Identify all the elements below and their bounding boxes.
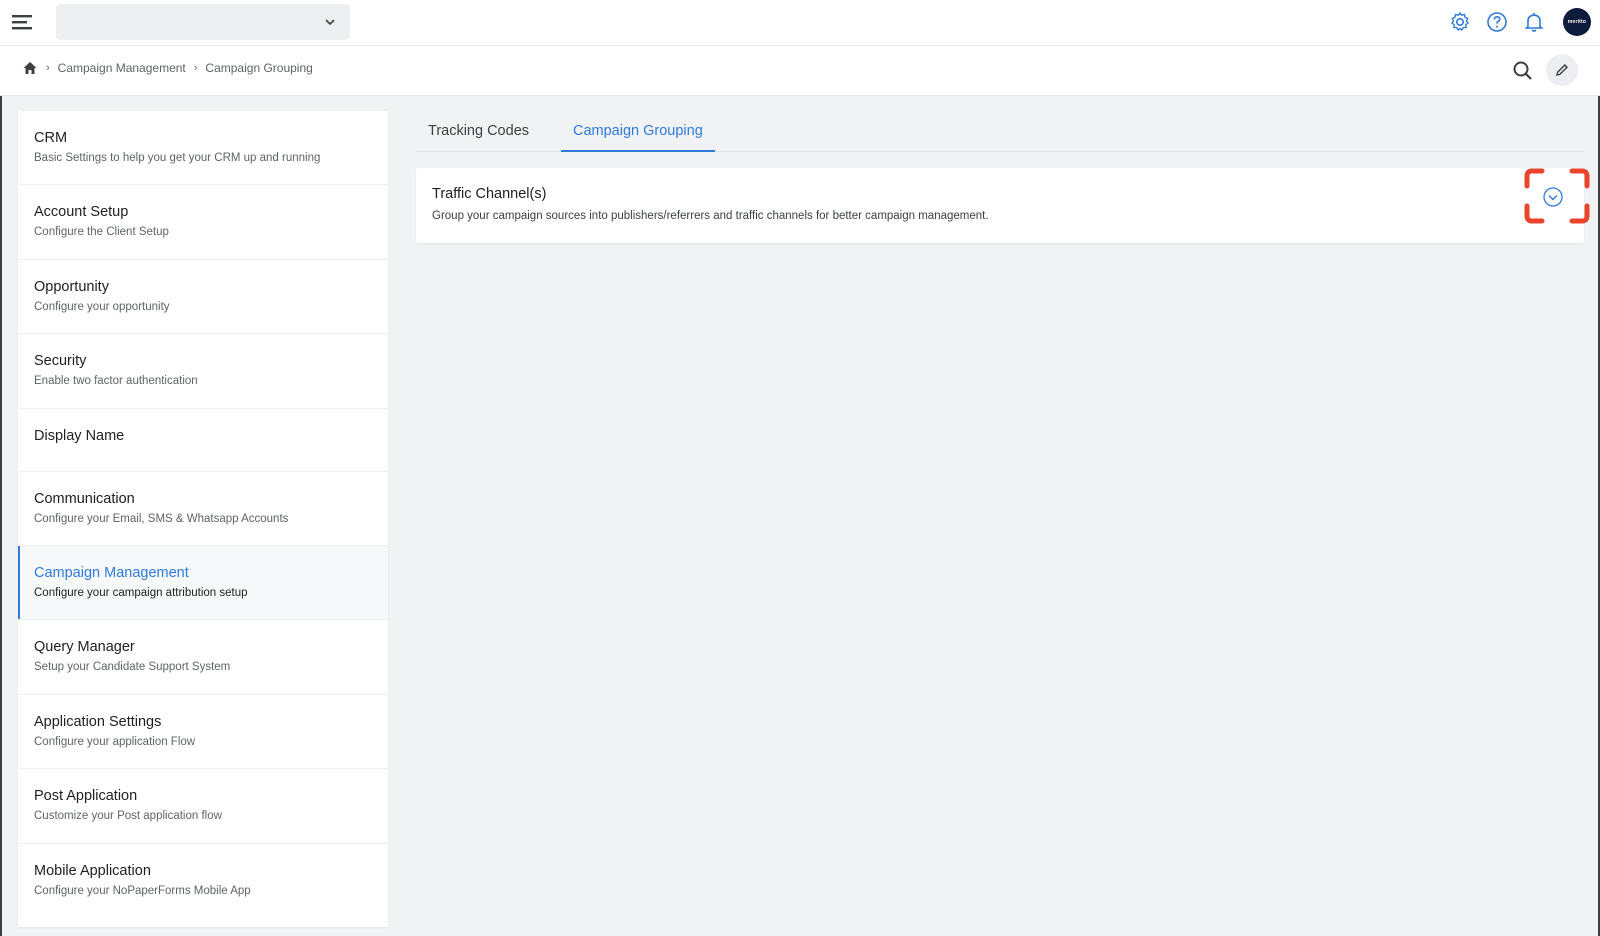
sidebar-item-title: Mobile Application (34, 862, 151, 879)
search-icon[interactable] (1510, 58, 1536, 84)
sidebar-item-crm[interactable]: CRM Basic Settings to help you get your … (18, 111, 388, 186)
sidebar-item-account-setup[interactable]: Account Setup Configure the Client Setup (18, 185, 388, 260)
avatar[interactable]: meritto (1563, 8, 1591, 36)
sidebar-item-title: Campaign Management (34, 564, 189, 581)
traffic-channel-card: Traffic Channel(s) Group your campaign s… (416, 168, 1584, 243)
sidebar-item-desc: Configure your application Flow (34, 735, 196, 748)
sidebar-item-title: Security (34, 353, 87, 370)
breadcrumb-separator-icon: › (46, 62, 50, 74)
sidebar-item-desc: Configure your NoPaperForms Mobile App (34, 884, 251, 897)
sidebar-item-mobile-application[interactable]: Mobile Application Configure your NoPape… (18, 844, 388, 918)
settings-sidebar: CRM Basic Settings to help you get your … (18, 111, 388, 927)
card-description: Group your campaign sources into publish… (432, 210, 989, 222)
sidebar-item-title: Post Application (34, 788, 138, 805)
breadcrumb-separator-icon: › (193, 62, 198, 74)
sidebar-item-title: CRM (34, 130, 68, 146)
sidebar-item-display-name[interactable]: Display Name (18, 409, 388, 472)
sidebar-item-desc: Configure your campaign attribution setu… (34, 586, 248, 599)
card-title: Traffic Channel(s) (432, 186, 547, 202)
sidebar-item-desc: Customize your Post application flow (34, 810, 222, 823)
sidebar-item-campaign-management[interactable]: Campaign Management Configure your campa… (18, 545, 388, 621)
bell-icon[interactable] (1522, 10, 1546, 34)
sidebar-item-title: Query Manager (34, 639, 135, 656)
sidebar-item-desc: Setup your Candidate Support System (34, 661, 231, 674)
sidebar-item-opportunity[interactable]: Opportunity Configure your opportunity (18, 260, 388, 335)
sidebar-item-communication[interactable]: Communication Configure your Email, SMS … (18, 472, 388, 546)
avatar-text: meritto (1567, 19, 1587, 25)
sidebar-item-desc: Enable two factor authentication (34, 375, 198, 388)
sidebar-item-title: Display Name (34, 427, 125, 444)
top-bar: meritto (0, 0, 1600, 46)
help-icon[interactable] (1485, 10, 1509, 34)
menu-icon[interactable] (12, 13, 34, 31)
breadcrumb-item-campaign-grouping: Campaign Grouping (205, 61, 313, 75)
home-icon[interactable] (22, 60, 38, 76)
tab-label: Campaign Grouping (573, 123, 703, 139)
sidebar-item-query-manager[interactable]: Query Manager Setup your Candidate Suppo… (18, 620, 388, 695)
sidebar-item-post-application[interactable]: Post Application Customize your Post app… (18, 769, 388, 844)
sidebar-item-title: Application Settings (34, 713, 162, 730)
expand-chevron-icon[interactable] (1542, 186, 1564, 208)
sidebar-item-desc: Configure the Client Setup (34, 226, 169, 239)
sidebar-item-security[interactable]: Security Enable two factor authenticatio… (18, 334, 388, 409)
breadcrumb-bar: › Campaign Management › Campaign Groupin… (0, 46, 1600, 96)
edit-button[interactable] (1546, 54, 1578, 86)
sidebar-item-application-settings[interactable]: Application Settings Configure your appl… (18, 695, 388, 770)
tab-tracking-codes[interactable]: Tracking Codes (416, 112, 541, 152)
gear-icon[interactable] (1448, 10, 1472, 34)
tab-campaign-grouping[interactable]: Campaign Grouping (561, 112, 715, 152)
breadcrumb-item-campaign-management[interactable]: Campaign Management (58, 61, 186, 75)
breadcrumb: › Campaign Management › Campaign Groupin… (22, 60, 313, 76)
sidebar-item-title: Opportunity (34, 278, 109, 295)
pencil-icon (1556, 64, 1568, 76)
sidebar-item-title: Account Setup (34, 204, 129, 221)
tab-bar: Tracking Codes Campaign Grouping (416, 112, 1584, 152)
tab-label: Tracking Codes (428, 123, 530, 139)
sidebar-item-title: Communication (34, 490, 135, 507)
sidebar-item-desc: Basic Settings to help you get your CRM … (34, 152, 321, 164)
chevron-down-icon (325, 19, 335, 26)
sidebar-item-desc: Configure your Email, SMS & Whatsapp Acc… (34, 512, 289, 525)
sidebar-item-desc: Configure your opportunity (34, 300, 170, 313)
client-select[interactable] (56, 4, 350, 40)
